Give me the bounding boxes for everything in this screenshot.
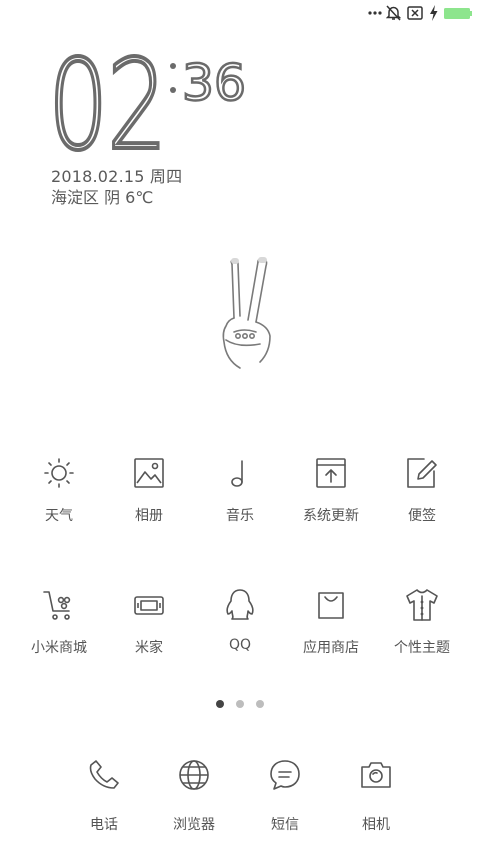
app-label: 便签 bbox=[408, 508, 436, 524]
app-label: 天气 bbox=[45, 508, 73, 524]
dock-messages[interactable]: 短信 bbox=[239, 757, 331, 857]
svg-text:02: 02 bbox=[48, 50, 166, 154]
app-app-store[interactable]: 应用商店 bbox=[285, 587, 377, 687]
page-dot[interactable] bbox=[256, 700, 264, 708]
music-note-icon bbox=[231, 460, 243, 487]
shopping-cart-icon bbox=[43, 591, 71, 620]
device-icon bbox=[134, 596, 164, 615]
app-label: 音乐 bbox=[226, 508, 254, 524]
image-icon bbox=[134, 458, 164, 488]
globe-icon bbox=[179, 760, 209, 790]
app-mi-store[interactable]: 小米商城 bbox=[13, 587, 105, 687]
dock-browser[interactable]: 浏览器 bbox=[148, 757, 240, 857]
shirt-icon bbox=[406, 589, 438, 621]
page-dot[interactable] bbox=[236, 700, 244, 708]
close-box-icon bbox=[407, 6, 423, 20]
app-label: 相机 bbox=[362, 817, 390, 833]
camera-icon bbox=[361, 762, 391, 788]
status-bar bbox=[0, 0, 480, 26]
app-label: 个性主题 bbox=[394, 640, 450, 656]
app-label: 短信 bbox=[271, 817, 299, 833]
message-icon bbox=[270, 760, 300, 790]
peace-hand-illustration bbox=[222, 257, 271, 369]
more-dots-icon bbox=[368, 11, 382, 15]
penguin-icon bbox=[226, 589, 254, 620]
app-label: 米家 bbox=[135, 640, 163, 656]
app-mijia[interactable]: 米家 bbox=[103, 587, 195, 687]
app-music[interactable]: 音乐 bbox=[194, 455, 286, 555]
app-gallery[interactable]: 相册 bbox=[103, 455, 195, 555]
clock-minute: 36 bbox=[170, 53, 247, 110]
svg-text:36: 36 bbox=[182, 54, 246, 110]
app-label: 小米商城 bbox=[31, 640, 87, 656]
sun-icon bbox=[44, 458, 74, 488]
app-label: 应用商店 bbox=[303, 640, 359, 656]
dock-camera[interactable]: 相机 bbox=[330, 757, 422, 857]
app-label: 相册 bbox=[135, 508, 163, 524]
clock-hour: 02 bbox=[48, 50, 168, 154]
charging-bolt-icon bbox=[430, 5, 438, 21]
app-themes[interactable]: 个性主题 bbox=[376, 587, 468, 687]
weather-text: 海淀区 阴 6℃ bbox=[51, 188, 154, 207]
dock-phone[interactable]: 电话 bbox=[58, 757, 150, 857]
note-pen-icon bbox=[407, 458, 437, 488]
app-notes[interactable]: 便签 bbox=[376, 455, 468, 555]
upload-icon bbox=[316, 458, 346, 488]
app-label: QQ bbox=[228, 637, 252, 653]
app-system-update[interactable]: 系统更新 bbox=[285, 455, 377, 555]
app-qq[interactable]: QQ bbox=[194, 587, 286, 687]
phone-icon bbox=[89, 760, 119, 789]
app-label: 浏览器 bbox=[173, 817, 215, 833]
app-weather[interactable]: 天气 bbox=[13, 455, 105, 555]
shopping-bag-icon bbox=[318, 592, 344, 619]
page-dot-active[interactable] bbox=[216, 700, 224, 708]
battery-icon bbox=[444, 8, 472, 19]
app-label: 电话 bbox=[90, 817, 118, 833]
app-label: 系统更新 bbox=[303, 508, 359, 524]
bell-muted-icon bbox=[386, 5, 401, 21]
